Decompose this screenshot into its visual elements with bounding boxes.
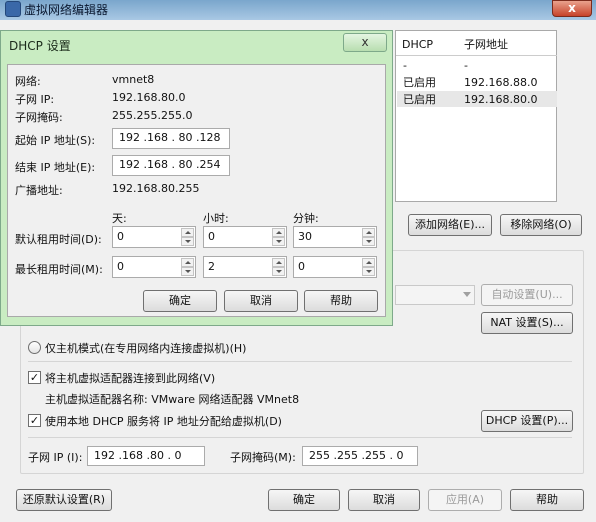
table-cell-dhcp[interactable]: 已启用	[403, 92, 436, 108]
spin-down-icon[interactable]	[181, 267, 194, 276]
network-value: vmnet8	[112, 73, 155, 86]
spinner-value: 0	[298, 260, 305, 273]
default-lease-label: 默认租用时间(D):	[15, 233, 102, 246]
default-lease-days-spinner[interactable]: 0	[112, 226, 196, 248]
use-dhcp-label: 使用本地 DHCP 服务将 IP 地址分配给虚拟机(D)	[45, 415, 282, 428]
table-cell-subnet[interactable]: -	[464, 58, 468, 74]
subnet-ip-label: 子网 IP (I):	[28, 451, 83, 464]
subnet-mask-label: 子网掩码(M):	[230, 451, 296, 464]
spin-up-icon[interactable]	[362, 228, 375, 237]
add-network-button[interactable]: 添加网络(E)...	[408, 214, 492, 236]
subnet-mask-value: 255.255.255.0	[112, 109, 193, 122]
spin-down-icon[interactable]	[272, 267, 285, 276]
spinner-value: 0	[117, 260, 124, 273]
table-cell-subnet[interactable]: 192.168.80.0	[464, 92, 537, 108]
days-header: 天:	[112, 212, 127, 225]
network-app-icon	[5, 1, 21, 17]
max-lease-label: 最长租用时间(M):	[15, 263, 103, 276]
table-cell-dhcp[interactable]: 已启用	[403, 75, 436, 91]
dhcp-close-button[interactable]: x	[343, 33, 387, 52]
dhcp-ok-button[interactable]: 确定	[143, 290, 217, 312]
default-lease-hours-spinner[interactable]: 0	[203, 226, 287, 248]
spin-down-icon[interactable]	[362, 237, 375, 246]
subnet-mask-label: 子网掩码:	[15, 111, 63, 124]
spin-down-icon[interactable]	[181, 237, 194, 246]
hours-header: 小时:	[203, 212, 229, 225]
dhcp-cancel-button[interactable]: 取消	[224, 290, 298, 312]
spinner-value: 0	[208, 230, 215, 243]
connect-adapter-label: 将主机虚拟适配器连接到此网络(V)	[45, 372, 216, 385]
main-cancel-button[interactable]: 取消	[348, 489, 420, 511]
connect-adapter-checkbox[interactable]: ✓	[28, 371, 41, 384]
broadcast-label: 广播地址:	[15, 184, 63, 197]
main-window-title: 虚拟网络编辑器	[24, 3, 109, 17]
subnet-ip-field[interactable]: 192 .168 .80 . 0	[87, 446, 205, 466]
table-cell-dhcp[interactable]: -	[403, 58, 407, 74]
auto-settings-button[interactable]: 自动设置(U)...	[481, 284, 573, 306]
main-close-button[interactable]: x	[552, 0, 592, 17]
restore-defaults-button[interactable]: 还原默认设置(R)	[16, 489, 112, 511]
main-title-bar: 虚拟网络编辑器 x	[0, 0, 596, 20]
remove-network-button[interactable]: 移除网络(O)	[500, 214, 582, 236]
spinner-value: 2	[208, 260, 215, 273]
spinner-value: 30	[298, 230, 312, 243]
max-lease-minutes-spinner[interactable]: 0	[293, 256, 377, 278]
table-header-divider	[396, 55, 557, 56]
spin-up-icon[interactable]	[181, 228, 194, 237]
spinner-value: 0	[117, 230, 124, 243]
broadcast-value: 192.168.80.255	[112, 182, 200, 195]
column-header-dhcp[interactable]: DHCP	[402, 37, 433, 53]
host-only-radio[interactable]	[28, 341, 41, 354]
spin-up-icon[interactable]	[181, 258, 194, 267]
subnet-mask-field[interactable]: 255 .255 .255 . 0	[302, 446, 418, 466]
subnet-ip-value: 192.168.80.0	[112, 91, 186, 104]
max-lease-hours-spinner[interactable]: 2	[203, 256, 287, 278]
divider	[28, 361, 572, 362]
main-ok-button[interactable]: 确定	[268, 489, 340, 511]
dhcp-title-bar: DHCP 设置 x	[1, 31, 392, 59]
use-dhcp-checkbox[interactable]: ✓	[28, 414, 41, 427]
start-ip-field[interactable]: 192 .168 . 80 .128	[112, 128, 230, 149]
end-ip-label: 结束 IP 地址(E):	[15, 161, 96, 174]
end-ip-field[interactable]: 192 .168 . 80 .254	[112, 155, 230, 176]
spin-up-icon[interactable]	[272, 258, 285, 267]
adapter-name-label: 主机虚拟适配器名称: VMware 网络适配器 VMnet8	[45, 393, 300, 406]
apply-button[interactable]: 应用(A)	[428, 489, 502, 511]
network-table[interactable]: DHCP 子网地址 - - 已启用 192.168.88.0 已启用 192.1…	[395, 30, 557, 202]
spin-up-icon[interactable]	[272, 228, 285, 237]
main-help-button[interactable]: 帮助	[510, 489, 584, 511]
dhcp-settings-button[interactable]: DHCP 设置(P)...	[481, 410, 573, 432]
default-lease-minutes-spinner[interactable]: 30	[293, 226, 377, 248]
divider	[28, 437, 572, 438]
nat-settings-button[interactable]: NAT 设置(S)...	[481, 312, 573, 334]
subnet-ip-label: 子网 IP:	[15, 93, 55, 106]
spin-down-icon[interactable]	[272, 237, 285, 246]
chevron-down-icon	[463, 292, 471, 297]
table-cell-subnet[interactable]: 192.168.88.0	[464, 75, 537, 91]
dhcp-settings-dialog: DHCP 设置 x 网络: vmnet8 子网 IP: 192.168.80.0…	[0, 30, 393, 326]
dhcp-dialog-body: 网络: vmnet8 子网 IP: 192.168.80.0 子网掩码: 255…	[7, 64, 386, 317]
dhcp-dialog-title: DHCP 设置	[9, 39, 71, 53]
host-only-label: 仅主机模式(在专用网络内连接虚拟机)(H)	[45, 342, 247, 355]
start-ip-label: 起始 IP 地址(S):	[15, 134, 96, 147]
bridge-adapter-select[interactable]	[395, 285, 475, 305]
max-lease-days-spinner[interactable]: 0	[112, 256, 196, 278]
spin-down-icon[interactable]	[362, 267, 375, 276]
minutes-header: 分钟:	[293, 212, 319, 225]
dhcp-help-button[interactable]: 帮助	[304, 290, 378, 312]
network-label: 网络:	[15, 75, 41, 88]
column-header-subnet[interactable]: 子网地址	[464, 37, 508, 53]
spin-up-icon[interactable]	[362, 258, 375, 267]
